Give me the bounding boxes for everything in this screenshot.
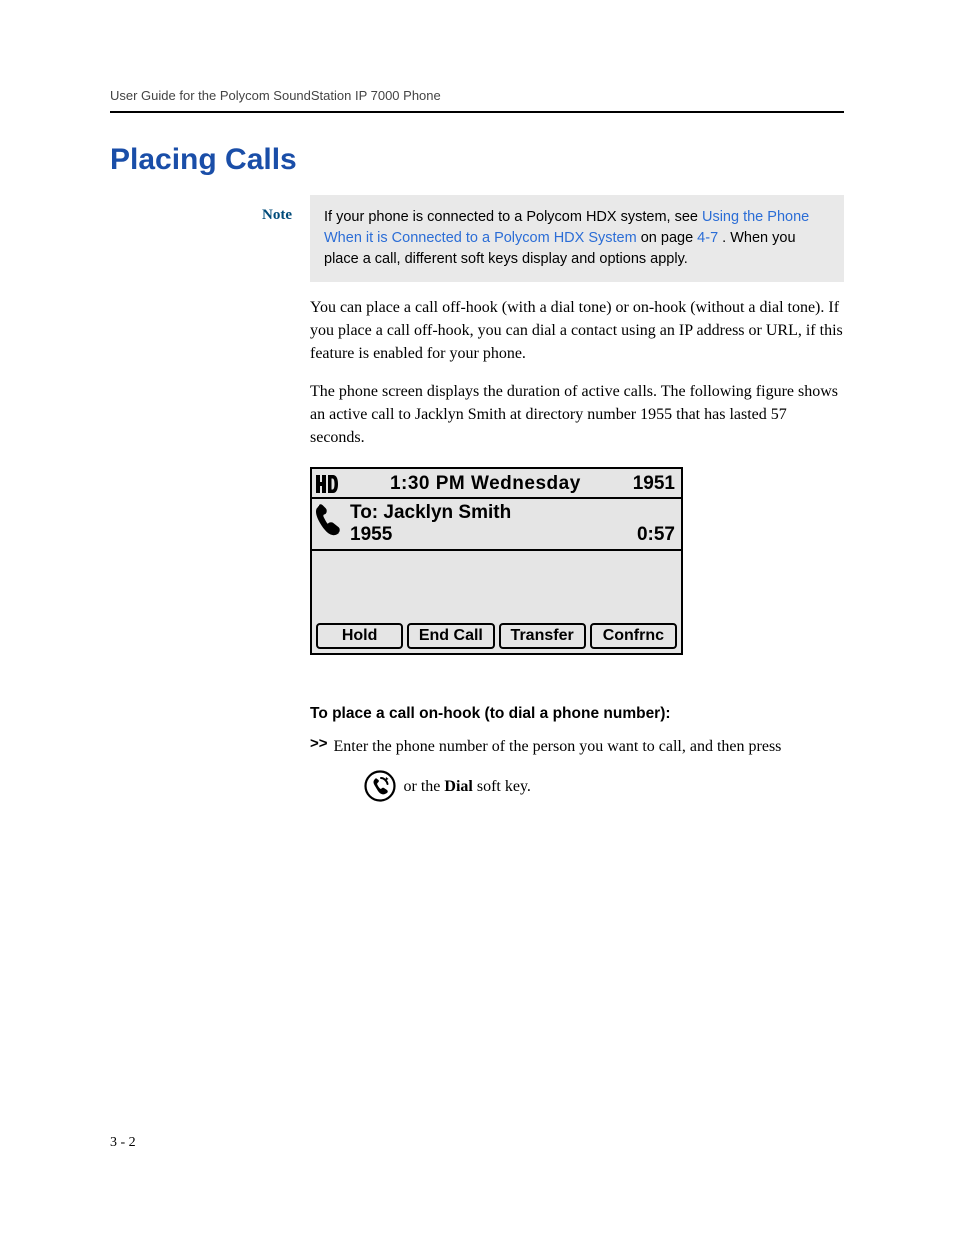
step-line-2: or the Dial soft key.	[364, 770, 782, 802]
step-body: Enter the phone number of the person you…	[334, 735, 782, 802]
lcd-top-bar: 1:30 PM Wednesday 1951	[312, 469, 681, 499]
softkey-confrnc: Confrnc	[590, 623, 677, 649]
note-label: Note	[110, 195, 310, 224]
page-header: User Guide for the Polycom SoundStation …	[110, 88, 844, 103]
step-marker: >>	[310, 735, 328, 752]
step-line-1: Enter the phone number of the person you…	[334, 735, 782, 758]
step-line2-bold: Dial	[444, 778, 472, 795]
call-labels: To: Jacklyn Smith 1955	[350, 502, 637, 546]
phone-screen-figure: 1:30 PM Wednesday 1951 To: Jacklyn Smith…	[310, 467, 844, 655]
lcd-call-row: To: Jacklyn Smith 1955 0:57	[312, 499, 681, 551]
softkey-endcall: End Call	[407, 623, 494, 649]
page-number: 3 - 2	[110, 1135, 136, 1151]
note-row: Note If your phone is connected to a Pol…	[110, 195, 844, 282]
step-line2-mid: or the	[404, 778, 445, 795]
lcd-ext-top: 1951	[633, 473, 677, 495]
header-rule	[110, 111, 844, 113]
body-paragraph-1: You can place a call off-hook (with a di…	[310, 296, 844, 366]
body-paragraph-2: The phone screen displays the duration o…	[310, 380, 844, 450]
hd-icon	[316, 475, 338, 493]
step-row: >> Enter the phone number of the person …	[310, 735, 844, 802]
call-to-label: To: Jacklyn Smith	[350, 502, 637, 524]
lcd-spacer	[312, 551, 681, 619]
note-prefix: If your phone is connected to a Polycom …	[324, 209, 702, 225]
call-duration: 0:57	[637, 524, 675, 547]
sub-heading: To place a call on-hook (to dial a phone…	[310, 705, 844, 723]
softkey-transfer: Transfer	[499, 623, 586, 649]
lcd-screen: 1:30 PM Wednesday 1951 To: Jacklyn Smith…	[310, 467, 683, 655]
softkey-hold: Hold	[316, 623, 403, 649]
dial-button-icon	[364, 770, 396, 802]
note-page-ref[interactable]: 4-7	[697, 230, 718, 246]
call-ext-label: 1955	[350, 524, 637, 546]
phone-handset-icon	[316, 502, 350, 541]
note-box: If your phone is connected to a Polycom …	[310, 195, 844, 282]
lcd-time: 1:30 PM Wednesday	[338, 473, 633, 495]
section-heading: Placing Calls	[110, 143, 844, 177]
lcd-softkeys: Hold End Call Transfer Confrnc	[312, 619, 681, 653]
step-line2-suffix: soft key.	[473, 778, 531, 795]
note-mid: on page	[641, 230, 697, 246]
step-line-2-text: or the Dial soft key.	[404, 775, 531, 798]
body-content: You can place a call off-hook (with a di…	[310, 296, 844, 802]
